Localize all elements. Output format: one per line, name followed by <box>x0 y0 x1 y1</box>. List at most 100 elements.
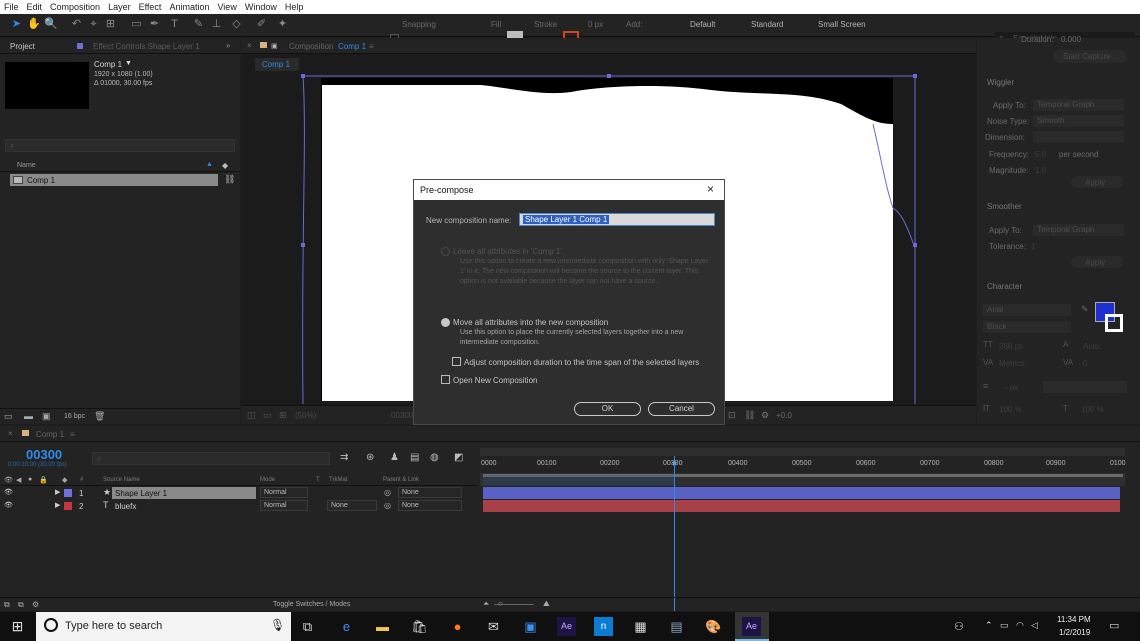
column-t[interactable]: T <box>316 477 320 483</box>
menu-item-edit[interactable]: Edit <box>27 2 43 12</box>
stroke-color-swatch[interactable] <box>1105 314 1123 332</box>
flowchart-icon[interactable]: ⛓ <box>744 410 755 421</box>
zoom-in-icon[interactable]: ⛰ <box>543 599 550 609</box>
move-attributes-radio[interactable] <box>441 318 450 327</box>
pickwhip-icon[interactable]: ◎ <box>384 488 391 497</box>
grid-icon[interactable]: ⊞ <box>279 410 287 421</box>
layer-row-1[interactable]: 👁 ▶ 1 ★ Shape Layer 1 Normal ◎ None <box>0 487 478 499</box>
close-icon[interactable]: × <box>707 182 714 196</box>
menu-item-animation[interactable]: Animation <box>169 2 209 12</box>
brush-tool-icon[interactable]: ✎ <box>192 18 205 31</box>
bit-depth-label[interactable]: 16 bpc <box>64 413 85 420</box>
column-source-name[interactable]: Source Name <box>103 477 140 483</box>
project-item-row[interactable]: Comp 1 <box>10 174 218 186</box>
app-launcher-icon[interactable]: n <box>594 617 613 636</box>
firefox-icon[interactable]: ● <box>448 617 467 636</box>
magnitude-value[interactable]: 1.0 <box>1035 166 1046 175</box>
tab-menu-icon[interactable]: ≡ <box>70 430 75 439</box>
monitor-icon[interactable]: ▭ <box>263 410 272 421</box>
work-area-bar[interactable] <box>480 448 1125 456</box>
clock-time[interactable]: 11:34 PM <box>1057 615 1091 624</box>
exposure-value[interactable]: +0.0 <box>776 411 792 420</box>
dimension-dropdown[interactable] <box>1033 131 1124 143</box>
kerning-value[interactable]: Metrics <box>999 359 1025 368</box>
workspace-small-screen[interactable]: Small Screen <box>818 20 866 29</box>
volume-icon[interactable]: ◁ <box>1031 620 1038 631</box>
column-parent-link[interactable]: Parent & Link <box>383 477 419 483</box>
pen-tool-icon[interactable]: ✒ <box>148 18 161 31</box>
tab-effect-controls[interactable]: Effect Controls Shape Layer 1 <box>93 42 200 51</box>
open-new-composition-checkbox[interactable] <box>441 375 450 384</box>
always-preview-icon[interactable]: ◫ <box>247 410 256 421</box>
windows-start-icon[interactable]: ⊞ <box>8 617 27 636</box>
menu-item-help[interactable]: Help <box>285 2 304 12</box>
stroke-width[interactable]: 0 px <box>588 20 603 29</box>
show-hidden-icons-icon[interactable]: ⌃ <box>985 620 993 631</box>
smoother-apply-button[interactable]: Apply <box>1071 256 1123 268</box>
toggle-switches-modes[interactable]: Toggle Switches / Modes <box>273 601 350 608</box>
stroke-width-value[interactable]: - px <box>1005 383 1018 392</box>
menu-item-window[interactable]: Window <box>245 2 277 12</box>
font-family-dropdown[interactable]: Arial <box>983 304 1071 316</box>
expand-arrow-icon[interactable]: ▶ <box>55 501 60 509</box>
shy-layers-icon[interactable]: ♟ <box>390 452 399 463</box>
noise-type-dropdown[interactable]: Smooth <box>1033 115 1124 127</box>
network-icon[interactable]: ◠ <box>1016 620 1024 631</box>
eyedropper-icon[interactable]: ✎ <box>1081 304 1089 315</box>
notepad-icon[interactable]: ▤ <box>667 617 686 636</box>
project-search-input[interactable]: ⌕ <box>5 139 235 152</box>
edge-icon[interactable]: e <box>337 617 356 636</box>
menu-item-composition[interactable]: Composition <box>50 2 100 12</box>
workspace-standard[interactable]: Standard <box>751 20 783 29</box>
mode-dropdown[interactable]: Normal <box>260 500 308 511</box>
frame-blending-icon[interactable]: ▤ <box>410 452 419 463</box>
sort-up-icon[interactable]: ▲ <box>206 161 213 168</box>
cancel-button[interactable]: Cancel <box>648 402 715 416</box>
pan-behind-tool-icon[interactable]: ⊞ <box>104 18 117 31</box>
menu-item-layer[interactable]: Layer <box>108 2 131 12</box>
layer-label-color[interactable] <box>64 502 72 510</box>
layer-name-label[interactable]: bluefx <box>115 502 136 511</box>
timeline-search-input[interactable]: ⌕ <box>92 452 330 465</box>
layer-name-field[interactable]: Shape Layer 1 <box>112 487 256 499</box>
flowchart-icon[interactable]: ⛓ <box>224 174 235 185</box>
notifications-icon[interactable]: ▭ <box>1109 619 1119 632</box>
menu-item-effect[interactable]: Effect <box>139 2 162 12</box>
battery-icon[interactable]: ▭ <box>1000 620 1009 631</box>
menu-item-view[interactable]: View <box>217 2 236 12</box>
rectangle-tool-icon[interactable]: ▭ <box>130 18 143 31</box>
horizontal-scale-value[interactable]: 100 % <box>1081 405 1104 414</box>
type-tool-icon[interactable]: T <box>168 18 181 31</box>
camera-tool-icon[interactable]: ⌖ <box>87 18 100 31</box>
layer-label-color[interactable] <box>64 489 72 497</box>
task-view-icon[interactable]: ⧉ <box>298 617 317 636</box>
microphone-icon[interactable]: 🎙 <box>270 618 285 632</box>
wiggler-apply-button[interactable]: Apply <box>1071 176 1123 188</box>
interpret-footage-icon[interactable]: ▭ <box>4 411 13 422</box>
panel-menu-icon[interactable]: » <box>226 41 230 50</box>
save-disk-icon[interactable]: ▣ <box>521 617 540 636</box>
parent-dropdown[interactable]: None <box>398 500 462 511</box>
people-icon[interactable]: ⚇ <box>954 620 964 633</box>
pickwhip-icon[interactable]: ◎ <box>384 501 391 510</box>
roto-brush-tool-icon[interactable]: ✐ <box>255 18 268 31</box>
workspace-default[interactable]: Default <box>690 20 715 29</box>
time-stretch-icon[interactable]: ⚙ <box>32 600 39 609</box>
smoother-apply-to-dropdown[interactable]: Temporal Graph <box>1033 224 1124 236</box>
frequency-value[interactable]: 5.0 <box>1035 150 1046 159</box>
tab-project[interactable]: Project <box>10 42 35 51</box>
clock-date[interactable]: 1/2/2019 <box>1059 628 1090 637</box>
current-timecode[interactable]: 00300 <box>26 447 62 462</box>
add-label[interactable]: Add: <box>626 20 642 29</box>
current-time-display[interactable]: 00300 <box>391 411 413 420</box>
mail-icon[interactable]: ✉ <box>484 617 503 636</box>
calculator-icon[interactable]: ▦ <box>631 617 650 636</box>
layer-switches-icon[interactable]: ⧉ <box>4 600 10 610</box>
eraser-tool-icon[interactable]: ◇ <box>230 18 243 31</box>
store-icon[interactable]: 🛍 <box>410 617 429 636</box>
leading-value[interactable]: Auto <box>1083 342 1099 351</box>
tolerance-value[interactable]: 1 <box>1031 242 1035 251</box>
clone-stamp-tool-icon[interactable]: ⊥ <box>210 18 223 31</box>
reset-exposure-icon[interactable]: ⚙ <box>761 410 769 421</box>
ok-button[interactable]: OK <box>574 402 641 416</box>
